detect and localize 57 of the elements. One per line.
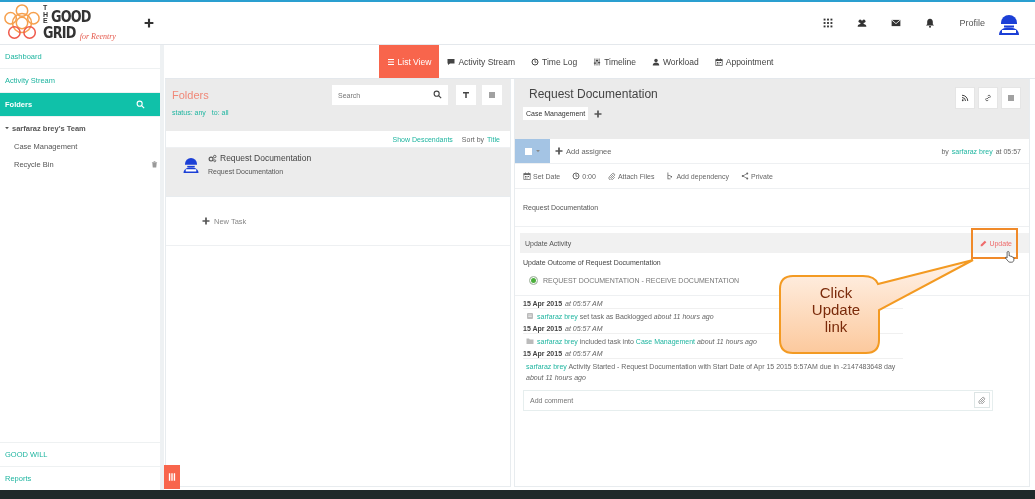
- tab[interactable]: Workload: [644, 45, 707, 78]
- plus-icon: [143, 18, 154, 28]
- gears-icon: [208, 153, 217, 163]
- flower-logo-icon: [3, 4, 41, 42]
- logo-tagline: for Reentry: [79, 32, 116, 41]
- person-icon: [652, 57, 660, 66]
- task-title: Request Documentation: [220, 153, 312, 163]
- paperclip-icon: [978, 396, 986, 404]
- panel-title: Folders: [172, 89, 209, 101]
- search-icon: [136, 100, 145, 109]
- plus-icon: [555, 147, 563, 155]
- menu-button[interactable]: [482, 85, 502, 105]
- bell-icon: [925, 18, 936, 28]
- menu-button[interactable]: [1001, 87, 1021, 109]
- logo-text: GOOD: [51, 8, 91, 25]
- checkbox[interactable]: [524, 147, 532, 155]
- link-button[interactable]: [978, 87, 998, 109]
- plus-icon: [202, 217, 210, 225]
- plus-icon: [594, 110, 603, 118]
- caret-icon: [534, 148, 541, 154]
- radio-button[interactable]: [529, 276, 538, 285]
- profile-link[interactable]: Profile: [959, 18, 985, 28]
- callout-text: Click Update link: [810, 284, 862, 335]
- share-icon: [741, 172, 749, 180]
- status-dropdown[interactable]: [515, 139, 550, 163]
- rss-icon: [961, 94, 969, 102]
- pencil-icon: [980, 239, 988, 247]
- link-icon: [984, 94, 992, 102]
- tab[interactable]: Time Log: [523, 45, 586, 78]
- envelope-icon: [891, 18, 902, 28]
- tab[interactable]: Timeline: [585, 45, 644, 78]
- apps-grid-icon: [823, 18, 834, 28]
- folder-icon: [526, 337, 534, 345]
- trash-icon: [151, 160, 158, 168]
- calendar-icon: [714, 57, 723, 66]
- attach-button[interactable]: [974, 392, 990, 408]
- bars-icon: [167, 472, 177, 482]
- clock-icon: [572, 172, 581, 180]
- sidebar-toggle-button[interactable]: [164, 465, 180, 489]
- paperclip-icon: [607, 172, 616, 180]
- speech-bubble-icon: [447, 57, 456, 66]
- calendar-icon: [523, 172, 531, 180]
- filter-icon: [462, 91, 470, 99]
- logo-text: GRID: [43, 24, 76, 41]
- list-icon: [386, 57, 395, 66]
- task-heading: Request Documentation: [529, 87, 658, 101]
- users-icon: [857, 18, 868, 28]
- search-icon: [433, 90, 442, 99]
- tab[interactable]: Appointment: [706, 45, 782, 78]
- clock-icon: [531, 57, 540, 66]
- sliders-icon: [593, 57, 602, 66]
- filter-button[interactable]: [456, 85, 476, 105]
- note-icon: [526, 312, 534, 320]
- tab[interactable]: Activity Stream: [439, 45, 524, 78]
- rss-button[interactable]: [955, 87, 975, 109]
- hand-cursor-icon: [1004, 249, 1015, 263]
- avatar: [182, 155, 200, 173]
